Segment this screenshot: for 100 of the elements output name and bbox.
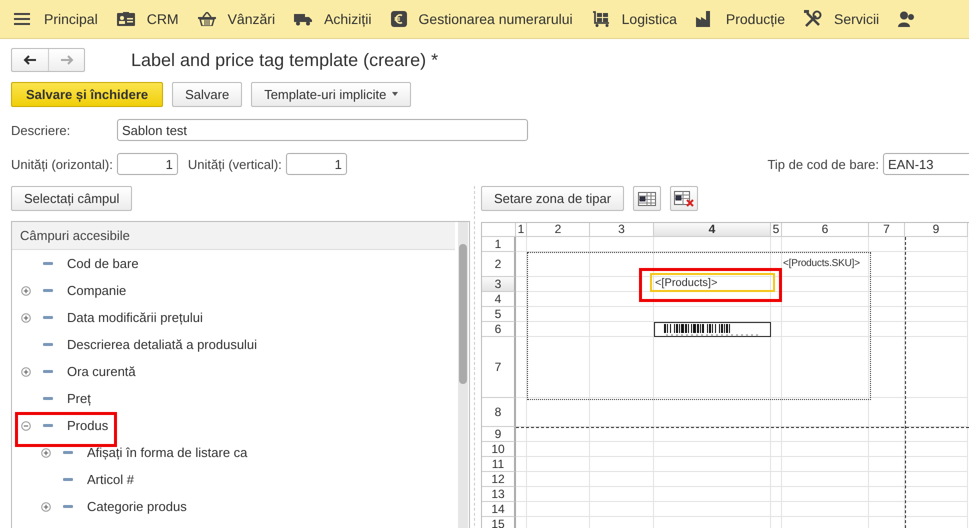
grid-cell[interactable] xyxy=(782,472,869,487)
grid-cell[interactable] xyxy=(590,398,654,427)
row-header[interactable]: 6 xyxy=(482,322,516,337)
tree-item[interactable]: Articol # xyxy=(87,472,134,487)
grid-cell[interactable] xyxy=(654,442,771,457)
grid-cell[interactable] xyxy=(516,252,527,277)
row-header[interactable]: 3 xyxy=(482,277,516,292)
grid-cell[interactable] xyxy=(771,457,782,472)
nav-item[interactable]: Principal xyxy=(14,11,117,27)
tree-item[interactable]: Categorie produs xyxy=(87,499,187,514)
nav-item[interactable]: Achiziții xyxy=(294,11,391,27)
grid-cell[interactable] xyxy=(905,502,968,517)
grid-cell[interactable] xyxy=(869,487,905,502)
grid-cell[interactable] xyxy=(869,442,905,457)
row-header[interactable]: 12 xyxy=(482,472,516,487)
template-cell[interactable]: <[Products]> xyxy=(650,273,775,292)
grid-cell[interactable] xyxy=(869,337,905,398)
grid-cell[interactable] xyxy=(771,502,782,517)
grid-cell[interactable] xyxy=(782,502,869,517)
grid-cell[interactable] xyxy=(527,337,590,398)
grid-cell[interactable] xyxy=(771,442,782,457)
grid-cell[interactable] xyxy=(869,398,905,427)
grid-cell[interactable] xyxy=(590,502,654,517)
grid-cell[interactable] xyxy=(782,487,869,502)
column-header[interactable]: 1 xyxy=(516,223,527,237)
grid-cell[interactable] xyxy=(869,277,905,292)
grid-cell[interactable] xyxy=(771,237,782,252)
collapse-icon[interactable] xyxy=(21,420,31,430)
description-field[interactable]: Sablon test xyxy=(117,119,528,141)
templates-dropdown[interactable]: Template-uri implicite xyxy=(251,82,412,106)
grid-cell[interactable] xyxy=(654,237,771,252)
grid-cell[interactable] xyxy=(782,457,869,472)
grid-cell[interactable] xyxy=(516,442,527,457)
grid-cell[interactable] xyxy=(516,237,527,252)
expand-icon[interactable] xyxy=(21,366,31,376)
expand-icon[interactable] xyxy=(21,286,31,296)
grid-cell[interactable] xyxy=(869,457,905,472)
grid-cell[interactable] xyxy=(654,427,771,442)
expand-icon[interactable] xyxy=(41,448,51,458)
grid-cell[interactable] xyxy=(516,322,527,337)
nav-item[interactable]: Producție xyxy=(696,11,804,27)
grid-cell[interactable] xyxy=(905,487,968,502)
grid-cell[interactable] xyxy=(905,337,968,398)
column-header[interactable]: 3 xyxy=(590,223,654,237)
print-area-button[interactable]: Setare zona de tipar xyxy=(481,186,624,211)
grid-cell[interactable] xyxy=(905,442,968,457)
grid-cell[interactable] xyxy=(782,337,869,398)
nav-item[interactable]: Logistica xyxy=(592,11,696,27)
grid-cell[interactable] xyxy=(590,277,654,292)
grid-cell[interactable] xyxy=(516,502,527,517)
grid-cell[interactable] xyxy=(527,307,590,322)
grid-cell[interactable] xyxy=(905,398,968,427)
grid-cell[interactable] xyxy=(869,252,905,277)
grid-cell[interactable] xyxy=(771,337,782,398)
grid-cell[interactable] xyxy=(516,427,527,442)
grid-cell[interactable] xyxy=(771,307,782,322)
grid-cell[interactable] xyxy=(869,307,905,322)
grid-cell[interactable] xyxy=(771,487,782,502)
grid-cell[interactable] xyxy=(654,502,771,517)
grid-cell[interactable] xyxy=(782,322,869,337)
grid-cell[interactable] xyxy=(782,442,869,457)
grid-cell[interactable] xyxy=(527,457,590,472)
grid-cell[interactable] xyxy=(905,292,968,307)
grid-cell[interactable] xyxy=(869,427,905,442)
grid-cell[interactable] xyxy=(590,292,654,307)
grid-cell[interactable] xyxy=(590,427,654,442)
table-delete-icon[interactable] xyxy=(670,186,698,211)
expand-icon[interactable] xyxy=(21,312,31,322)
grid-cell[interactable] xyxy=(516,307,527,322)
select-field-button[interactable]: Selectați câmpul xyxy=(11,186,132,211)
grid-cell[interactable] xyxy=(782,427,869,442)
column-header[interactable]: 4 xyxy=(654,223,771,237)
grid-cell[interactable] xyxy=(590,487,654,502)
grid-cell[interactable] xyxy=(590,457,654,472)
units-field[interactable]: 1 xyxy=(116,153,178,175)
grid-cell[interactable] xyxy=(590,337,654,398)
row-header[interactable]: 7 xyxy=(482,337,516,398)
grid-cell[interactable] xyxy=(782,398,869,427)
grid-cell[interactable] xyxy=(527,277,590,292)
grid-cell[interactable] xyxy=(905,237,968,252)
scrollbar-thumb[interactable] xyxy=(459,244,467,384)
grid-cell[interactable] xyxy=(905,427,968,442)
grid-cell[interactable] xyxy=(869,472,905,487)
grid-cell[interactable] xyxy=(516,472,527,487)
units-field[interactable]: 1 xyxy=(286,153,347,175)
grid-cell[interactable] xyxy=(771,472,782,487)
save-close-button[interactable]: Salvare și închidere xyxy=(11,82,164,106)
tree-item[interactable]: Preț xyxy=(67,391,91,406)
grid-cell[interactable] xyxy=(527,398,590,427)
tree-item[interactable]: Data modificării prețului xyxy=(67,310,203,325)
grid-cell[interactable] xyxy=(527,252,590,277)
tree-item[interactable]: Afișați în forma de listare ca xyxy=(87,445,248,460)
grid-cell[interactable] xyxy=(905,457,968,472)
barcode-type-field[interactable]: EAN-13 xyxy=(883,153,969,175)
tree-item[interactable]: Companie xyxy=(67,283,126,298)
tree-item[interactable]: Ora curentă xyxy=(67,364,136,379)
grid-cell[interactable] xyxy=(516,487,527,502)
grid-cell[interactable] xyxy=(654,487,771,502)
grid-cell[interactable] xyxy=(905,472,968,487)
grid-cell[interactable] xyxy=(527,322,590,337)
